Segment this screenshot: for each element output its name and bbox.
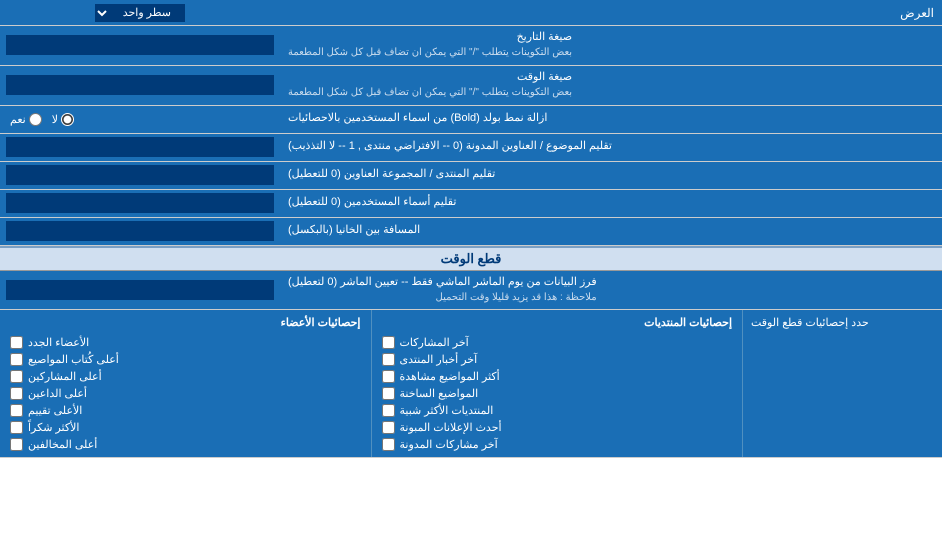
cutoff-section-header: قطع الوقت bbox=[0, 246, 942, 271]
stats-forum-news-checkbox[interactable] bbox=[382, 353, 395, 366]
trim-title-label: تقليم الموضوع / العناوين المدونة (0 -- ا… bbox=[280, 134, 942, 161]
stats-most-viewed-checkbox[interactable] bbox=[382, 370, 395, 383]
cutoff-row: فرز البيانات من يوم الماشر الماشي فقط --… bbox=[0, 271, 942, 311]
cutoff-label: فرز البيانات من يوم الماشر الماشي فقط --… bbox=[280, 271, 942, 310]
stats-top-violators-item: أعلى المخالفين bbox=[10, 438, 361, 451]
bold-no-radio[interactable] bbox=[61, 113, 74, 126]
stats-blog-posts-label: آخر مشاركات المدونة bbox=[400, 438, 498, 451]
time-format-input[interactable]: H:i bbox=[6, 75, 274, 95]
trim-username-input-cell: 0 bbox=[0, 190, 280, 217]
trim-forum-input[interactable]: 33 bbox=[6, 165, 274, 185]
stats-last-posts-label: آخر المشاركات bbox=[400, 336, 469, 349]
stats-top-participants-item: أعلى المشاركين bbox=[10, 370, 361, 383]
stats-section-label: حدد إحصائيات قطع الوقت bbox=[742, 310, 942, 457]
stats-blog-posts-item: آخر مشاركات المدونة bbox=[382, 438, 733, 451]
stats-top-participants-label: أعلى المشاركين bbox=[28, 370, 102, 383]
stats-last-posts-checkbox[interactable] bbox=[382, 336, 395, 349]
spacing-row: المسافة بين الخانيا (بالبكسل) 2 bbox=[0, 218, 942, 246]
stats-most-viewed-item: أكثر المواضيع مشاهدة bbox=[382, 370, 733, 383]
stats-new-members-label: الأعضاء الجدد bbox=[28, 336, 89, 349]
trim-username-input[interactable]: 0 bbox=[6, 193, 274, 213]
trim-title-input[interactable]: 33 bbox=[6, 137, 274, 157]
trim-username-label: تقليم أسماء المستخدمين (0 للتعطيل) bbox=[280, 190, 942, 217]
stats-top-rated-checkbox[interactable] bbox=[10, 404, 23, 417]
time-format-label: صيغة الوقتبعض التكوينات يتطلب "/" التي ي… bbox=[280, 66, 942, 105]
bold-radio-cell: لا نعم bbox=[0, 106, 280, 133]
stats-new-members-item: الأعضاء الجدد bbox=[10, 336, 361, 349]
bold-row: ازالة نمط بولد (Bold) من اسماء المستخدمي… bbox=[0, 106, 942, 134]
display-row: العرض سطر واحد سطرين ثلاثة أسطر bbox=[0, 0, 942, 26]
stats-top-participants-checkbox[interactable] bbox=[10, 370, 23, 383]
bold-yes-radio[interactable] bbox=[29, 113, 42, 126]
cutoff-input[interactable]: 0 bbox=[6, 280, 274, 300]
stats-top-rated-label: الأعلى تقييم bbox=[28, 404, 82, 417]
stats-latest-ads-label: أحدث الإعلانات المبونة bbox=[400, 421, 502, 434]
stats-top-rated-item: الأعلى تقييم bbox=[10, 404, 361, 417]
time-format-row: صيغة الوقتبعض التكوينات يتطلب "/" التي ي… bbox=[0, 66, 942, 106]
stats-similar-forums-checkbox[interactable] bbox=[382, 404, 395, 417]
time-format-input-cell: H:i bbox=[0, 66, 280, 105]
stats-most-thanks-checkbox[interactable] bbox=[10, 421, 23, 434]
stats-latest-ads-checkbox[interactable] bbox=[382, 421, 395, 434]
bold-label: ازالة نمط بولد (Bold) من اسماء المستخدمي… bbox=[280, 106, 942, 133]
stats-most-thanks-item: الأكثر شكراً bbox=[10, 421, 361, 434]
main-container: العرض سطر واحد سطرين ثلاثة أسطر صيغة الت… bbox=[0, 0, 942, 458]
trim-forum-label: تقليم المنتدى / المجموعة العناوين (0 للت… bbox=[280, 162, 942, 189]
stats-most-thanks-label: الأكثر شكراً bbox=[28, 421, 79, 434]
stats-top-posters-label: أعلى كُتاب المواصيع bbox=[28, 353, 119, 366]
stats-most-viewed-label: أكثر المواضيع مشاهدة bbox=[400, 370, 500, 383]
stats-forums-header: إحصائيات المنتديات bbox=[382, 316, 733, 329]
stats-hot-topics-checkbox[interactable] bbox=[382, 387, 395, 400]
bold-no-label[interactable]: لا bbox=[52, 113, 74, 126]
trim-forum-input-cell: 33 bbox=[0, 162, 280, 189]
stats-top-posters-checkbox[interactable] bbox=[10, 353, 23, 366]
cutoff-section-title: قطع الوقت bbox=[0, 248, 942, 270]
display-label: العرض bbox=[280, 3, 942, 23]
stats-section: حدد إحصائيات قطع الوقت إحصائيات المنتديا… bbox=[0, 310, 942, 458]
stats-hot-topics-item: المواضيع الساخنة bbox=[382, 387, 733, 400]
trim-forum-row: تقليم المنتدى / المجموعة العناوين (0 للت… bbox=[0, 162, 942, 190]
stats-top-inviters-checkbox[interactable] bbox=[10, 387, 23, 400]
spacing-label: المسافة بين الخانيا (بالبكسل) bbox=[280, 218, 942, 245]
trim-title-input-cell: 33 bbox=[0, 134, 280, 161]
date-format-label: صيغة التاريخبعض التكوينات يتطلب "/" التي… bbox=[280, 26, 942, 65]
stats-top-violators-checkbox[interactable] bbox=[10, 438, 23, 451]
stats-members-header: إحصائيات الأعضاء bbox=[10, 316, 361, 329]
stats-top-posters-item: أعلى كُتاب المواصيع bbox=[10, 353, 361, 366]
stats-top-inviters-label: أعلى الداعين bbox=[28, 387, 87, 400]
stats-new-members-checkbox[interactable] bbox=[10, 336, 23, 349]
date-format-input-cell: d-m bbox=[0, 26, 280, 65]
stats-hot-topics-label: المواضيع الساخنة bbox=[400, 387, 479, 400]
trim-username-row: تقليم أسماء المستخدمين (0 للتعطيل) 0 bbox=[0, 190, 942, 218]
stats-last-posts-item: آخر المشاركات bbox=[382, 336, 733, 349]
stats-blog-posts-checkbox[interactable] bbox=[382, 438, 395, 451]
stats-forums-col: إحصائيات المنتديات آخر المشاركات آخر أخب… bbox=[371, 310, 743, 457]
bold-yes-label[interactable]: نعم bbox=[10, 113, 42, 126]
stats-forum-news-label: آخر أخبار المنتدى bbox=[400, 353, 478, 366]
date-format-input[interactable]: d-m bbox=[6, 35, 274, 55]
cutoff-input-cell: 0 bbox=[0, 271, 280, 310]
display-select[interactable]: سطر واحد سطرين ثلاثة أسطر bbox=[95, 4, 185, 22]
display-select-cell: سطر واحد سطرين ثلاثة أسطر bbox=[0, 1, 280, 25]
spacing-input[interactable]: 2 bbox=[6, 221, 274, 241]
spacing-input-cell: 2 bbox=[0, 218, 280, 245]
stats-similar-forums-item: المنتديات الأكثر شبية bbox=[382, 404, 733, 417]
trim-title-row: تقليم الموضوع / العناوين المدونة (0 -- ا… bbox=[0, 134, 942, 162]
date-format-row: صيغة التاريخبعض التكوينات يتطلب "/" التي… bbox=[0, 26, 942, 66]
stats-top-inviters-item: أعلى الداعين bbox=[10, 387, 361, 400]
stats-top-violators-label: أعلى المخالفين bbox=[28, 438, 97, 451]
stats-latest-ads-item: أحدث الإعلانات المبونة bbox=[382, 421, 733, 434]
stats-forum-news-item: آخر أخبار المنتدى bbox=[382, 353, 733, 366]
stats-similar-forums-label: المنتديات الأكثر شبية bbox=[400, 404, 494, 417]
stats-members-col: إحصائيات الأعضاء الأعضاء الجدد أعلى كُتا… bbox=[0, 310, 371, 457]
